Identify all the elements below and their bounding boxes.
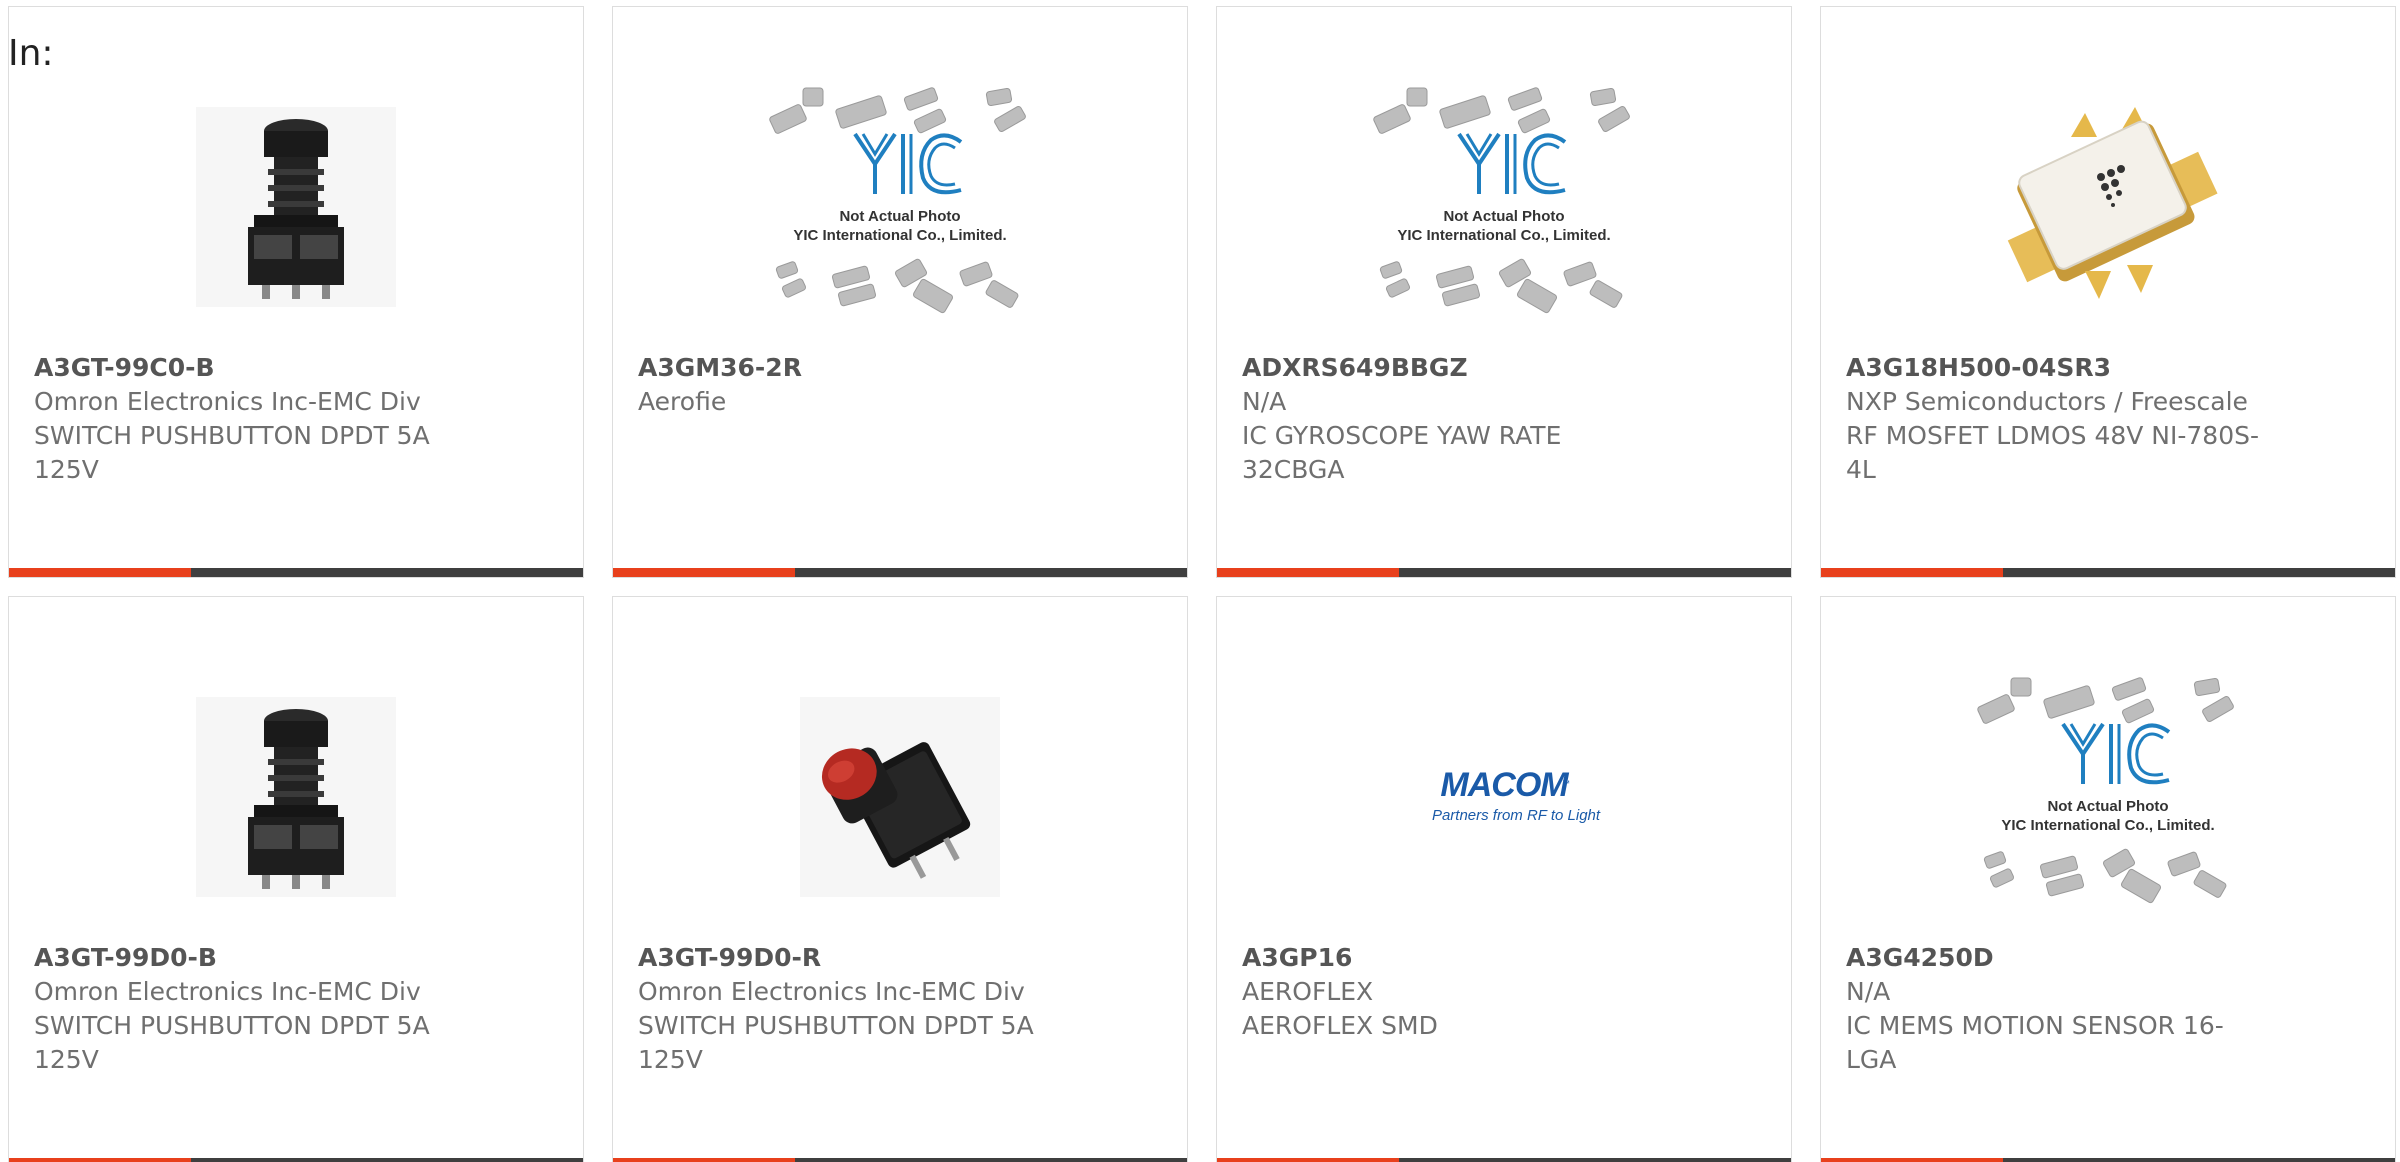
- product-info: A3G18H500-04SR3 NXP Semiconductors / Free…: [1846, 351, 2266, 487]
- product-info: A3GT-99C0-B Omron Electronics Inc-EMC Div…: [34, 351, 454, 487]
- product-card[interactable]: A3GT-99C0-B Omron Electronics Inc-EMC Div…: [8, 6, 584, 578]
- yic-placeholder-image[interactable]: Not Actual Photo YIC International Co., …: [613, 67, 1187, 347]
- product-description: SWITCH PUSHBUTTON DPDT 5A 125V: [34, 421, 430, 484]
- manufacturer: Omron Electronics Inc-EMC Div: [34, 387, 421, 416]
- product-description: AEROFLEX SMD: [1242, 1011, 1438, 1040]
- product-description: SWITCH PUSHBUTTON DPDT 5A 125V: [638, 1011, 1034, 1074]
- card-accent-bar: [613, 1158, 1187, 1162]
- manufacturer: N/A: [1242, 387, 1287, 416]
- manufacturer: AEROFLEX: [1242, 977, 1374, 1006]
- svg-text:YIC International Co., Limited: YIC International Co., Limited.: [793, 227, 1006, 244]
- product-card[interactable]: Not Actual Photo YIC International Co., …: [1216, 6, 1792, 578]
- product-card[interactable]: Not Actual Photo YIC International Co., …: [1820, 596, 2396, 1162]
- part-number[interactable]: A3GP16: [1242, 941, 1662, 975]
- product-card[interactable]: A3GT-99D0-R Omron Electronics Inc-EMC Div…: [612, 596, 1188, 1162]
- product-info: A3G4250D N/A IC MEMS MOTION SENSOR 16-LGA: [1846, 941, 2266, 1077]
- svg-text:YIC International Co., Limited: YIC International Co., Limited.: [1397, 227, 1610, 244]
- product-card[interactable]: A3G18H500-04SR3 NXP Semiconductors / Free…: [1820, 6, 2396, 578]
- svg-text:Not Actual Photo: Not Actual Photo: [839, 208, 960, 225]
- product-info: A3GM36-2R Aerofie: [638, 351, 1058, 419]
- card-accent-bar: [9, 568, 583, 577]
- part-number[interactable]: A3G18H500-04SR3: [1846, 351, 2266, 385]
- part-number[interactable]: A3G4250D: [1846, 941, 2266, 975]
- product-card[interactable]: MACOM ™ Partners from RF to Light A3GP16…: [1216, 596, 1792, 1162]
- manufacturer: Omron Electronics Inc-EMC Div: [34, 977, 421, 1006]
- rf-mosfet-image[interactable]: [1821, 67, 2395, 347]
- card-accent-bar: [1217, 1158, 1791, 1162]
- svg-text:Partners from RF to Light: Partners from RF to Light: [1432, 807, 1601, 824]
- product-card[interactable]: Not Actual Photo YIC International Co., …: [612, 6, 1188, 578]
- product-description: RF MOSFET LDMOS 48V NI-780S-4L: [1846, 421, 2260, 484]
- svg-text:YIC International Co., Limited: YIC International Co., Limited.: [2001, 817, 2214, 834]
- manufacturer: N/A: [1846, 977, 1891, 1006]
- red-pushbutton-image[interactable]: [613, 657, 1187, 937]
- product-info: A3GT-99D0-B Omron Electronics Inc-EMC Div…: [34, 941, 454, 1077]
- black-pushbutton-image[interactable]: [9, 657, 583, 937]
- part-number[interactable]: A3GT-99D0-B: [34, 941, 454, 975]
- product-info: A3GT-99D0-R Omron Electronics Inc-EMC Div…: [638, 941, 1058, 1077]
- part-number[interactable]: A3GT-99D0-R: [638, 941, 1058, 975]
- svg-text:Not Actual Photo: Not Actual Photo: [1443, 208, 1564, 225]
- manufacturer: NXP Semiconductors / Freescale: [1846, 387, 2248, 416]
- card-accent-bar: [1217, 568, 1791, 577]
- card-accent-bar: [613, 568, 1187, 577]
- black-pushbutton-image[interactable]: [9, 67, 583, 347]
- svg-text:MACOM: MACOM: [1440, 766, 1569, 804]
- card-accent-bar: [9, 1158, 583, 1162]
- svg-text:™: ™: [1562, 779, 1570, 788]
- svg-text:Not Actual Photo: Not Actual Photo: [2047, 798, 2168, 815]
- product-info: A3GP16 AEROFLEX AEROFLEX SMD: [1242, 941, 1662, 1043]
- product-card[interactable]: A3GT-99D0-B Omron Electronics Inc-EMC Div…: [8, 596, 584, 1162]
- product-description: IC GYROSCOPE YAW RATE 32CBGA: [1242, 421, 1562, 484]
- product-info: ADXRS649BBGZ N/A IC GYROSCOPE YAW RATE 32C…: [1242, 351, 1662, 487]
- in-label: In:: [8, 33, 54, 74]
- manufacturer: Omron Electronics Inc-EMC Div: [638, 977, 1025, 1006]
- part-number[interactable]: A3GM36-2R: [638, 351, 1058, 385]
- product-description: SWITCH PUSHBUTTON DPDT 5A 125V: [34, 1011, 430, 1074]
- card-accent-bar: [1821, 568, 2395, 577]
- manufacturer: Aerofie: [638, 387, 727, 416]
- product-grid-page: In: A3GT-99C0-B Omron Electronics Inc-EMC…: [0, 0, 2400, 1162]
- part-number[interactable]: A3GT-99C0-B: [34, 351, 454, 385]
- macom-logo-image[interactable]: MACOM ™ Partners from RF to Light: [1217, 657, 1791, 937]
- part-number[interactable]: ADXRS649BBGZ: [1242, 351, 1662, 385]
- yic-placeholder-image[interactable]: Not Actual Photo YIC International Co., …: [1217, 67, 1791, 347]
- card-accent-bar: [1821, 1158, 2395, 1162]
- yic-placeholder-image[interactable]: Not Actual Photo YIC International Co., …: [1821, 657, 2395, 937]
- product-description: IC MEMS MOTION SENSOR 16-LGA: [1846, 1011, 2224, 1074]
